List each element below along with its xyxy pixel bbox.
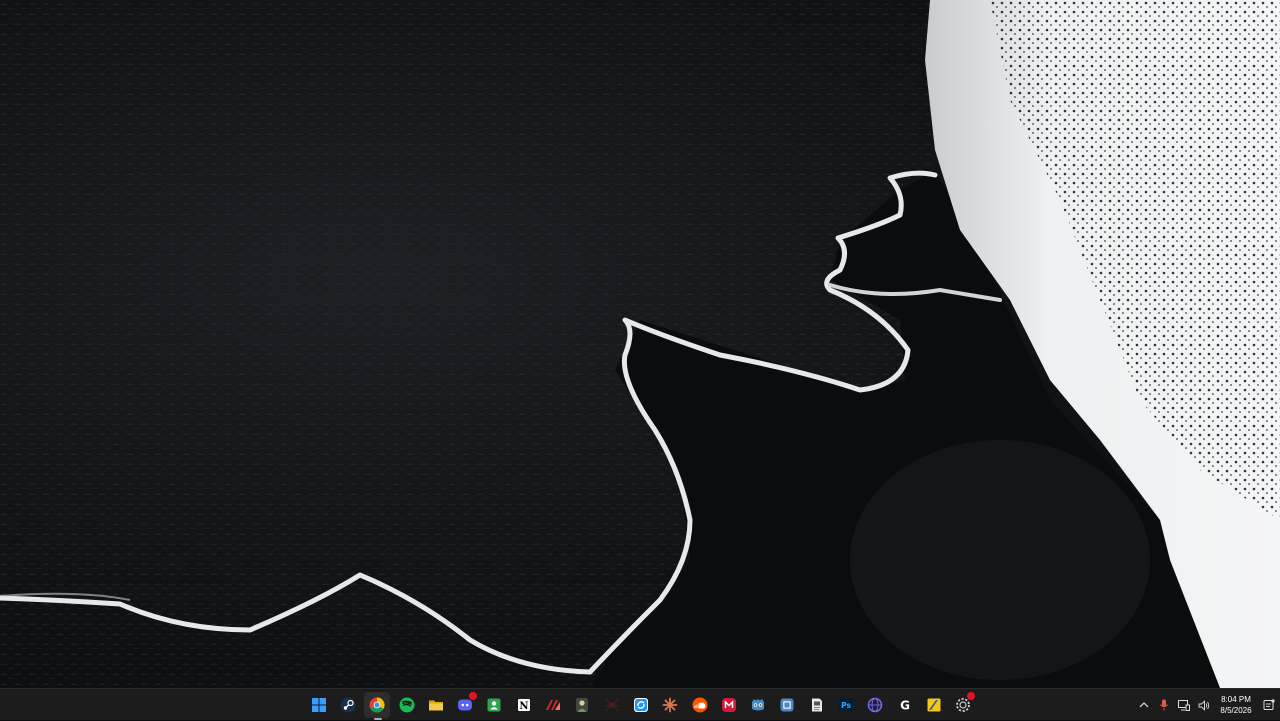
blue-app-button-icon-wrap [774, 692, 800, 718]
godot-button-icon-wrap [745, 692, 771, 718]
g-app-button[interactable]: G [890, 689, 919, 721]
file-explorer-button-icon-wrap [423, 692, 449, 718]
wallpaper-image [0, 0, 1280, 688]
contacts-app-button[interactable] [480, 689, 509, 721]
notification-badge [966, 692, 975, 700]
spider-app-button-icon-wrap [599, 692, 625, 718]
red-app-button[interactable] [714, 689, 743, 721]
clock[interactable]: 8:04 PM 8/5/2026 [1214, 689, 1258, 721]
spotify-button-icon-wrap [394, 692, 420, 718]
portrait-icon [576, 698, 589, 712]
windows-logo-icon [311, 698, 326, 712]
clock-date: 8/5/2026 [1220, 706, 1252, 715]
portrait-app-button-icon-wrap [569, 692, 595, 718]
discord-button[interactable] [450, 689, 479, 721]
red-app-icon [721, 698, 736, 712]
soundcloud-button-icon-wrap [687, 692, 713, 718]
red-slash-app-button-icon-wrap [540, 692, 566, 718]
chrome-button[interactable] [363, 689, 392, 721]
show-hidden-icons-button[interactable] [1134, 689, 1154, 721]
start-button-icon-wrap [306, 692, 332, 718]
browser-button-icon-wrap [862, 692, 888, 718]
sticky-notes-button-icon-wrap [921, 692, 947, 718]
clock-time: 8:04 PM [1221, 695, 1251, 704]
steam-icon [340, 697, 356, 713]
chrome-button-icon-wrap [364, 692, 391, 718]
claude-button-icon-wrap [657, 692, 683, 718]
blue-app-icon [780, 698, 794, 712]
notion-icon: N [516, 698, 531, 712]
godot-icon [752, 699, 765, 711]
red-app-button-icon-wrap [716, 692, 742, 718]
document-app-button[interactable] [802, 689, 831, 721]
desktop-wallpaper [0, 0, 1280, 688]
system-tray: 8:04 PM 8/5/2026 [1134, 689, 1280, 721]
microphone-button[interactable] [1154, 689, 1174, 721]
steam-button[interactable] [333, 689, 362, 721]
sync-icon [633, 698, 648, 712]
spider-app-button[interactable] [597, 689, 626, 721]
sticky-note-icon [927, 698, 941, 712]
svg-text:Ps: Ps [841, 701, 851, 710]
notification-badge [468, 692, 477, 700]
sync-app-button-icon-wrap [628, 692, 654, 718]
network-icon [1178, 699, 1190, 711]
chrome-icon [369, 697, 385, 713]
settings-app-button[interactable] [949, 689, 978, 721]
blue-app-button[interactable] [773, 689, 802, 721]
steam-button-icon-wrap [335, 692, 361, 718]
sync-app-button[interactable] [626, 689, 655, 721]
portrait-app-button[interactable] [568, 689, 597, 721]
file-explorer-button[interactable] [421, 689, 450, 721]
document-icon [811, 698, 822, 712]
spider-icon [604, 699, 619, 711]
contact-card-icon [487, 698, 501, 712]
network-button[interactable] [1174, 689, 1194, 721]
claude-starburst-icon [662, 697, 678, 713]
photoshop-icon: Ps [838, 698, 853, 712]
g-letter-icon: G [900, 699, 910, 713]
microphone-icon [1160, 699, 1168, 711]
g-app-button-icon-wrap: G [892, 692, 918, 718]
spotify-icon [399, 697, 415, 713]
folder-icon [428, 700, 443, 711]
volume-button[interactable] [1194, 689, 1214, 721]
soundcloud-icon [692, 697, 707, 713]
chevron-up-icon [1139, 702, 1149, 708]
start-button[interactable] [304, 689, 333, 721]
notification-icon [1263, 699, 1275, 710]
contacts-app-button-icon-wrap [481, 692, 507, 718]
svg-text:G: G [900, 699, 910, 713]
browser-button[interactable] [861, 689, 890, 721]
photoshop-button-icon-wrap: Ps [833, 692, 859, 718]
notion-button-icon-wrap: N [511, 692, 537, 718]
godot-button[interactable] [743, 689, 772, 721]
photoshop-button[interactable]: Ps [831, 689, 860, 721]
red-slash-icon [546, 700, 561, 710]
globe-icon [868, 697, 883, 713]
notifications-button[interactable] [1258, 689, 1280, 721]
soundcloud-button[interactable] [685, 689, 714, 721]
document-app-button-icon-wrap [804, 692, 830, 718]
volume-icon [1198, 699, 1210, 711]
claude-button[interactable] [656, 689, 685, 721]
svg-text:N: N [519, 701, 528, 712]
taskbar-apps: N Ps G [304, 689, 978, 721]
sticky-notes-button[interactable] [919, 689, 948, 721]
red-slash-app-button[interactable] [538, 689, 567, 721]
spotify-button[interactable] [392, 689, 421, 721]
notion-button[interactable]: N [509, 689, 538, 721]
taskbar: N Ps G 8:04 PM 8/5/2026 [0, 688, 1280, 720]
